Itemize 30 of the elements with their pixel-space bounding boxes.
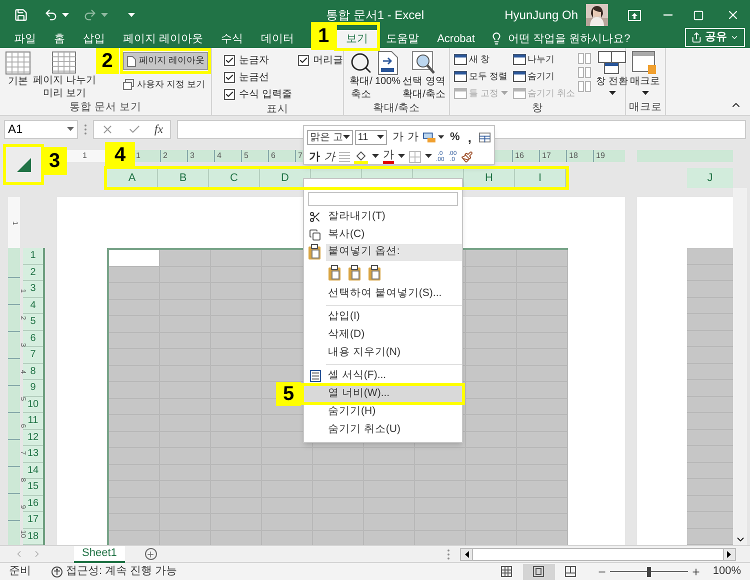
group-label: 통합 문서 보기 — [68, 100, 142, 115]
user-name: HyunJung Oh — [504, 7, 578, 24]
ruler-number: 4 — [217, 151, 222, 160]
status-text: 준비 — [9, 564, 31, 580]
menu-heading: 붙여넣기 옵션: — [326, 244, 462, 261]
checkbox-label: 눈금선 — [239, 70, 269, 84]
window-title: 통합 문서1 - Excel — [324, 7, 425, 24]
ruler-number: 7 — [298, 151, 302, 160]
checkbox-label: 눈금자 — [239, 54, 269, 68]
callout-number: 5 — [276, 382, 301, 406]
ruler-number: 19 — [596, 151, 605, 160]
group-label: 표시 — [266, 102, 290, 117]
ruler-number: 17 — [542, 151, 551, 160]
checkbox-label: 머리글 — [312, 54, 343, 68]
ruler-number: 18 — [569, 151, 578, 160]
ruler-number: 1 — [136, 151, 140, 160]
ruler-number: 16 — [515, 151, 524, 160]
callout-number: 4 — [105, 142, 135, 167]
ruler-number: 2 — [163, 151, 168, 160]
ruler-number: 6 — [271, 151, 276, 160]
ruler-number: 5 — [244, 151, 248, 160]
callout-number: 1 — [311, 22, 336, 50]
ruler-number: 1 — [82, 150, 87, 162]
callout-number: 3 — [42, 147, 67, 175]
group-label: 매크로 — [628, 100, 663, 115]
ruler-number: 3 — [190, 151, 194, 160]
checkbox-label: 수식 입력줄 — [239, 88, 292, 102]
callout-number: 2 — [96, 48, 119, 74]
group-label: 창 — [531, 101, 544, 116]
group-label: 확대/축소 — [372, 101, 421, 116]
